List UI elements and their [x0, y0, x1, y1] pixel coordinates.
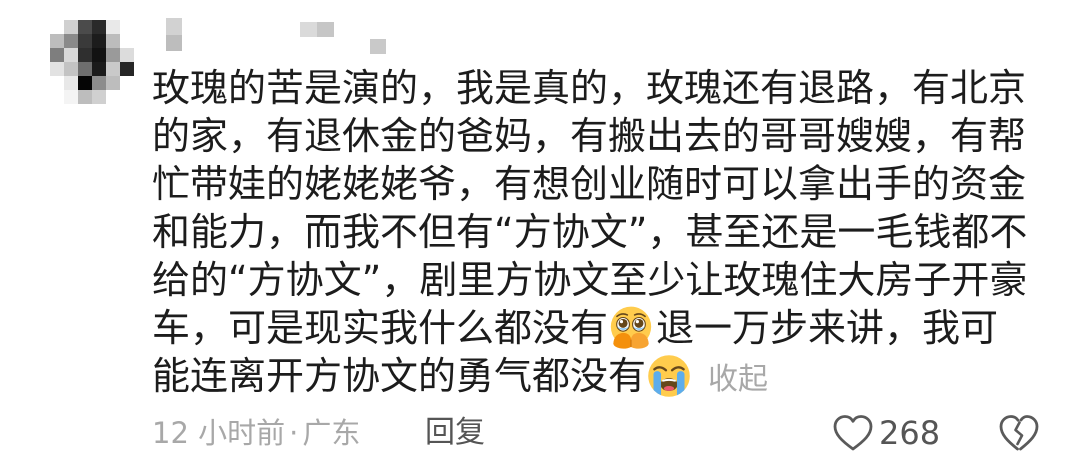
avatar-mosaic-cell — [92, 20, 106, 34]
comment-line: 玫瑰的苦是演的，我是真的，玫瑰还有退路，有北京 — [152, 66, 1027, 110]
avatar-mosaic-cell — [64, 20, 78, 34]
comment-line: 的家，有退休金的爸妈，有搬出去的哥哥嫂嫂，有帮 — [152, 114, 1027, 158]
timestamp: 12 小时前 — [152, 416, 286, 450]
avatar-mosaic-cell — [92, 76, 106, 90]
avatar-mosaic-cell — [120, 34, 134, 48]
avatar[interactable] — [50, 20, 134, 104]
avatar-mosaic-cell — [78, 76, 92, 90]
face-holding-back-tears-icon — [610, 306, 652, 349]
username-mosaic-block — [300, 22, 317, 37]
meta-separator: · — [289, 416, 299, 450]
avatar-mosaic-cell — [78, 48, 92, 62]
avatar-mosaic-cell — [78, 20, 92, 34]
avatar-mosaic-cell — [120, 76, 134, 90]
avatar-mosaic-cell — [92, 34, 106, 48]
comment-line: 忙带娃的姥姥姥爷，有想创业随时可以拿出手的资金 — [152, 162, 1027, 206]
dislike-button[interactable] — [996, 408, 1042, 458]
avatar-mosaic-cell — [120, 62, 134, 76]
avatar-mosaic-cell — [106, 20, 120, 34]
comment-text: 退一万步来讲，我可 — [656, 306, 999, 350]
comment-line: 给的“方协文”，剧里方协文至少让玫瑰住大房子开豪 — [152, 258, 1028, 302]
reply-button[interactable]: 回复 — [425, 410, 485, 456]
comment-line: 和能力，而我不但有“方协文”，甚至还是一毛钱都不 — [152, 210, 1028, 254]
avatar-mosaic-cell — [120, 20, 134, 34]
avatar-mosaic-cell — [78, 90, 92, 104]
comment-text: 车，可是现实我什么都没有 — [152, 306, 609, 350]
username-mosaic-block — [166, 18, 182, 35]
like-count: 268 — [879, 414, 941, 452]
loudly-crying-face-icon — [648, 355, 690, 397]
avatar-mosaic-cell — [50, 76, 64, 90]
avatar-mosaic-cell — [106, 90, 120, 104]
avatar-mosaic-cell — [64, 90, 78, 104]
avatar-mosaic-cell — [50, 48, 64, 62]
location: 广东 — [302, 416, 361, 450]
avatar-mosaic-cell — [120, 48, 134, 62]
comment-meta: 12 小时前 · 广东 — [152, 410, 360, 456]
avatar-mosaic-cell — [50, 34, 64, 48]
avatar-mosaic-cell — [64, 76, 78, 90]
avatar-mosaic-cell — [50, 62, 64, 76]
avatar-mosaic-cell — [78, 62, 92, 76]
avatar-mosaic-cell — [64, 62, 78, 76]
collapse-link[interactable]: 收起 — [708, 362, 768, 397]
avatar-mosaic-cell — [50, 20, 64, 34]
username-obscured[interactable] — [160, 14, 400, 60]
avatar-mosaic-cell — [64, 34, 78, 48]
broken-heart-icon — [999, 415, 1039, 451]
avatar-mosaic-cell — [64, 48, 78, 62]
avatar-mosaic-cell — [106, 48, 120, 62]
comment-body[interactable]: 玫瑰的苦是演的，我是真的，玫瑰还有退路，有北京 的家，有退休金的爸妈，有搬出去的… — [152, 64, 1072, 400]
avatar-mosaic-cell — [106, 76, 120, 90]
comment-line: 车，可是现实我什么都没有 退一万步来讲，我可 — [152, 304, 1072, 352]
avatar-mosaic-cell — [106, 62, 120, 76]
avatar-mosaic-cell — [92, 90, 106, 104]
avatar-mosaic-cell — [50, 90, 64, 104]
avatar-mosaic-cell — [106, 34, 120, 48]
avatar-mosaic-cell — [78, 34, 92, 48]
username-mosaic-block — [370, 39, 386, 54]
avatar-mosaic-cell — [92, 62, 106, 76]
like-button[interactable]: 268 — [830, 408, 950, 458]
heart-outline-icon — [833, 415, 873, 451]
username-mosaic-block — [317, 22, 334, 37]
username-mosaic-block — [166, 35, 182, 51]
avatar-mosaic-cell — [92, 48, 106, 62]
avatar-mosaic-cell — [120, 90, 134, 104]
comment-line: 能连离开方协文的勇气都没有 收起 — [152, 352, 1072, 400]
comment-text: 能连离开方协文的勇气都没有 — [152, 354, 647, 398]
